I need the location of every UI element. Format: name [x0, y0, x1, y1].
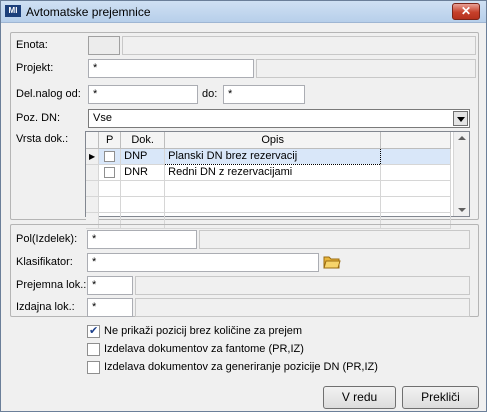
- column-header-opis[interactable]: Opis: [164, 132, 382, 149]
- prejemna-lok-label: Prejemna lok.:: [16, 279, 87, 291]
- option-phantoms-label: Izdelava dokumentov za fantome (PR,IZ): [104, 343, 304, 355]
- dialog-window: MI Avtomatske prejemnice ✕ Enota: Projek…: [0, 0, 487, 412]
- do-value: *: [228, 88, 233, 100]
- option-phantoms-checkbox[interactable]: [87, 343, 100, 356]
- izdajna-lok-name-field: [135, 298, 470, 317]
- enota-code-field[interactable]: [88, 36, 120, 55]
- grid-scrollbar[interactable]: [453, 132, 469, 216]
- enota-name-field: [122, 36, 476, 55]
- vrsta-dok-label: Vrsta dok.:: [16, 133, 69, 145]
- row-checkbox[interactable]: [98, 148, 122, 165]
- row-opis: Planski DN brez rezervacij: [164, 147, 382, 165]
- izdajna-lok-value: *: [92, 301, 97, 313]
- ok-button[interactable]: V redu: [323, 386, 396, 409]
- column-header-dok[interactable]: Dok.: [120, 132, 166, 149]
- close-icon: ✕: [460, 4, 472, 18]
- pol-label: Pol(Izdelek):: [16, 233, 78, 245]
- izdajna-lok-label: Izdajna lok.:: [16, 301, 75, 313]
- row-empty-cell: [380, 148, 452, 165]
- folder-open-icon[interactable]: [323, 254, 341, 270]
- prejemna-lok-input[interactable]: *: [87, 276, 133, 295]
- table-row-empty: [86, 180, 452, 197]
- column-header-empty: [380, 132, 452, 149]
- option-generate-dn-label: Izdelava dokumentov za generiranje pozic…: [104, 361, 378, 373]
- klasifikator-input[interactable]: *: [87, 253, 319, 272]
- app-logo-icon: MI: [5, 5, 21, 17]
- izdajna-lok-input[interactable]: *: [87, 298, 133, 317]
- projekt-label: Projekt:: [16, 62, 54, 74]
- cancel-button[interactable]: Prekliči: [402, 386, 479, 409]
- option-hide-zero-qty-checkbox[interactable]: [87, 324, 100, 338]
- prejemna-lok-name-field: [135, 276, 470, 295]
- projekt-name-field: [256, 59, 476, 78]
- pol-value: *: [92, 233, 97, 245]
- table-row-empty: [86, 196, 452, 213]
- del-nalog-od-label: Del.nalog od:: [16, 88, 81, 100]
- row-opis: Redni DN z rezervacijami: [164, 164, 382, 181]
- klasifikator-value: *: [92, 256, 97, 268]
- pol-input[interactable]: *: [87, 230, 197, 249]
- row-dok: DNR: [120, 164, 166, 181]
- row-empty-cell: [380, 164, 452, 181]
- vrsta-dok-table: P Dok. Opis ▶ DNP Planski DN brez rezerv…: [86, 132, 452, 229]
- del-nalog-od-input[interactable]: *: [88, 85, 198, 104]
- poz-dn-label: Poz. DN:: [16, 112, 61, 124]
- do-label: do:: [202, 88, 218, 100]
- title-bar[interactable]: MI Avtomatske prejemnice ✕: [1, 1, 486, 23]
- scroll-up-icon[interactable]: [458, 136, 466, 140]
- vrsta-dok-grid[interactable]: P Dok. Opis ▶ DNP Planski DN brez rezerv…: [85, 131, 470, 229]
- window-title: Avtomatske prejemnice: [26, 5, 151, 19]
- close-button[interactable]: ✕: [452, 3, 480, 20]
- scroll-down-icon[interactable]: [458, 208, 466, 212]
- option-hide-zero-qty-label: Ne prikaži pozicij brez količine za prej…: [104, 325, 303, 337]
- do-input[interactable]: *: [223, 85, 305, 104]
- row-checkbox[interactable]: [98, 164, 122, 181]
- klasifikator-label: Klasifikator:: [16, 256, 73, 268]
- row-dok: DNP: [120, 148, 166, 165]
- projekt-value: *: [93, 62, 98, 74]
- table-row[interactable]: ▶ DNP Planski DN brez rezervacij: [86, 147, 452, 165]
- table-header-row: P Dok. Opis: [86, 132, 452, 149]
- projekt-input[interactable]: *: [88, 59, 254, 78]
- row-pointer-cell: [86, 164, 100, 181]
- del-nalog-od-value: *: [93, 88, 98, 100]
- poz-dn-value: Vse: [93, 112, 112, 124]
- column-header-p[interactable]: P: [98, 132, 122, 149]
- row-indicator-header: [86, 132, 100, 149]
- enota-label: Enota:: [16, 39, 48, 51]
- row-pointer-icon: ▶: [86, 148, 100, 165]
- prejemna-lok-value: *: [92, 279, 97, 291]
- poz-dn-select[interactable]: Vse: [88, 109, 470, 128]
- option-generate-dn-checkbox[interactable]: [87, 361, 100, 374]
- pol-name-field: [199, 230, 470, 249]
- table-row[interactable]: DNR Redni DN z rezervacijami: [86, 164, 452, 181]
- chevron-down-icon[interactable]: [453, 111, 468, 126]
